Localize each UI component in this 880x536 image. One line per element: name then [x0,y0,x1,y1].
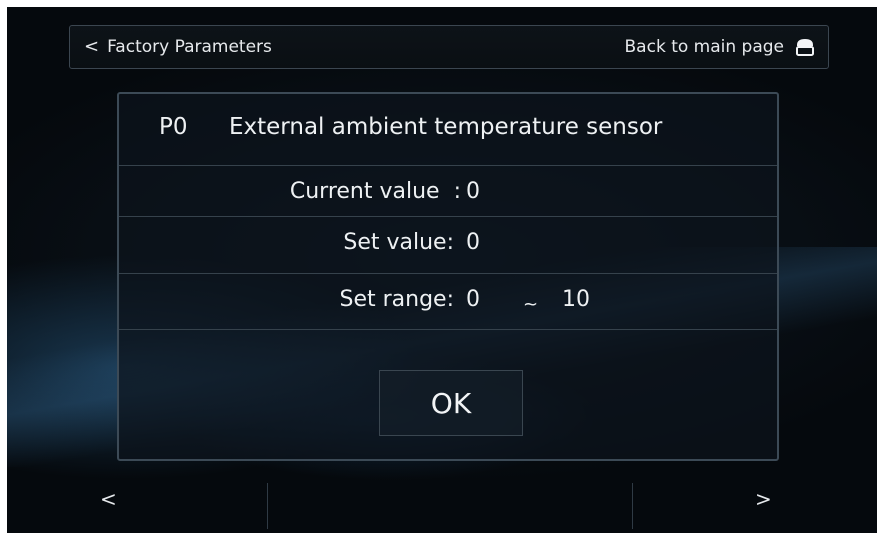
current-value-label: Current value : [289,179,461,204]
home-label: Back to main page [624,37,784,57]
parameter-dialog: P0 External ambient temperature sensor C… [117,92,779,461]
set-value-row[interactable]: Set value: 0 [119,217,777,274]
set-value-label: Set value: [343,230,454,255]
back-to-main-page-button[interactable]: Back to main page [625,26,816,68]
set-range-label: Set range: [339,287,454,312]
current-value-row: Current value : 0 [119,166,777,217]
screen: < Factory Parameters Back to main page P… [7,7,877,533]
parameter-name: External ambient temperature sensor [229,114,663,140]
range-separator: ~ [523,294,539,315]
factory-parameters-back-button[interactable]: < Factory Parameters [84,26,272,68]
parameter-title-row: P0 External ambient temperature sensor [119,94,777,166]
parameter-code: P0 [159,114,188,140]
chevron-left-icon[interactable]: < [100,487,117,511]
back-label: Factory Parameters [107,37,272,57]
chevron-right-icon[interactable]: > [755,487,772,511]
divider [267,483,268,529]
range-min: 0 [466,287,480,312]
chevron-left-icon: < [84,36,100,57]
ok-button[interactable]: OK [379,370,523,436]
bottom-nav: < > [7,477,877,533]
set-range-row: Set range: 0 ~ 10 [119,274,777,330]
divider [632,483,633,529]
home-icon [796,39,814,56]
set-value[interactable]: 0 [466,230,480,255]
top-bar: < Factory Parameters Back to main page [69,25,829,69]
current-value: 0 [466,179,480,204]
range-max: 10 [562,287,590,312]
